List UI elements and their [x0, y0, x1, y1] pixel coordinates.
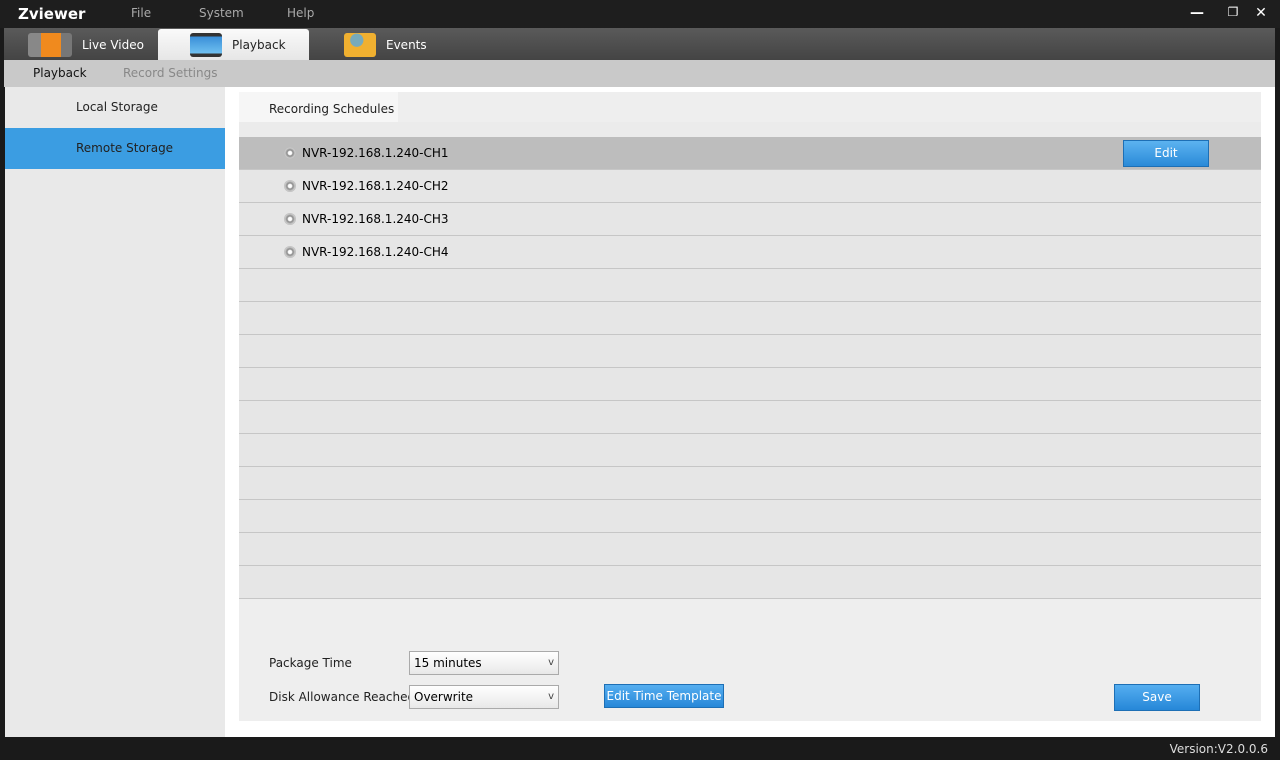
channel-name: NVR-192.168.1.240-CH4 [302, 245, 449, 259]
app-title: Zviewer [18, 5, 86, 23]
table-row [239, 401, 1261, 434]
select-value: 15 minutes [414, 656, 482, 670]
tab-label: Live Video [82, 37, 144, 52]
close-icon[interactable]: ✕ [1252, 5, 1270, 21]
edit-time-template-button[interactable]: Edit Time Template [604, 684, 724, 708]
tab-live-video[interactable]: Live Video [28, 29, 158, 60]
tab-recording-schedules[interactable]: Recording Schedules [239, 92, 398, 122]
menu-file[interactable]: File [131, 6, 151, 20]
menu-help[interactable]: Help [287, 6, 314, 20]
filmstrip-icon [190, 32, 222, 57]
subtab-record-settings[interactable]: Record Settings [123, 66, 218, 80]
video-camera-icon [28, 32, 72, 57]
tab-divider [239, 122, 1261, 137]
edit-button[interactable]: Edit [1123, 140, 1209, 167]
table-row [239, 269, 1261, 302]
schedule-panel: Recording Schedules NVR-192.168.1.240-CH… [239, 92, 1261, 721]
table-row[interactable]: NVR-192.168.1.240-CH3 [239, 203, 1261, 236]
subtab-playback[interactable]: Playback [33, 66, 87, 80]
camera-icon [284, 246, 296, 258]
sidebar: Local Storage Remote Storage [5, 87, 225, 737]
package-time-select[interactable]: 15 minutes v [409, 651, 559, 675]
chevron-down-icon: v [548, 657, 554, 668]
sidebar-item-local-storage[interactable]: Local Storage [5, 87, 225, 128]
tab-playback[interactable]: Playback [158, 29, 309, 60]
disk-allowance-select[interactable]: Overwrite v [409, 685, 559, 709]
save-button[interactable]: Save [1114, 684, 1200, 711]
table-row [239, 533, 1261, 566]
table-row[interactable]: NVR-192.168.1.240-CH2 [239, 170, 1261, 203]
restore-icon[interactable]: ❐ [1224, 5, 1242, 19]
table-row [239, 302, 1261, 335]
camera-icon [284, 147, 296, 159]
table-row [239, 368, 1261, 401]
sidebar-item-remote-storage[interactable]: Remote Storage [5, 128, 225, 169]
version-text: Version:V2.0.0.6 [1169, 742, 1268, 756]
channel-name: NVR-192.168.1.240-CH2 [302, 179, 449, 193]
menu-system[interactable]: System [199, 6, 244, 20]
table-row [239, 335, 1261, 368]
tab-events[interactable]: Events [344, 29, 474, 60]
table-row [239, 467, 1261, 500]
camera-icon [284, 180, 296, 192]
table-row[interactable]: NVR-192.168.1.240-CH4 [239, 236, 1261, 269]
channel-name: NVR-192.168.1.240-CH1 [302, 146, 449, 160]
camera-icon [284, 213, 296, 225]
disk-allowance-label: Disk Allowance Reached [269, 690, 416, 704]
table-row [239, 500, 1261, 533]
title-bar: Zviewer File System Help — ❐ ✕ [0, 0, 1280, 28]
tab-label: Events [386, 37, 427, 52]
table-row [239, 566, 1261, 599]
package-time-label: Package Time [269, 656, 352, 670]
chevron-down-icon: v [548, 691, 554, 702]
channel-name: NVR-192.168.1.240-CH3 [302, 212, 449, 226]
minimize-icon[interactable]: — [1188, 5, 1206, 21]
channel-table: NVR-192.168.1.240-CH1 Edit NVR-192.168.1.2… [239, 137, 1261, 599]
main-content: Recording Schedules NVR-192.168.1.240-CH… [225, 87, 1275, 737]
select-value: Overwrite [414, 690, 474, 704]
folder-icon [344, 32, 376, 57]
table-row [239, 434, 1261, 467]
main-tabs: Live Video Playback Events [4, 28, 1275, 60]
sub-tabs: Playback Record Settings [4, 60, 1275, 87]
table-row[interactable]: NVR-192.168.1.240-CH1 Edit [239, 137, 1261, 170]
tab-label: Playback [232, 37, 286, 52]
